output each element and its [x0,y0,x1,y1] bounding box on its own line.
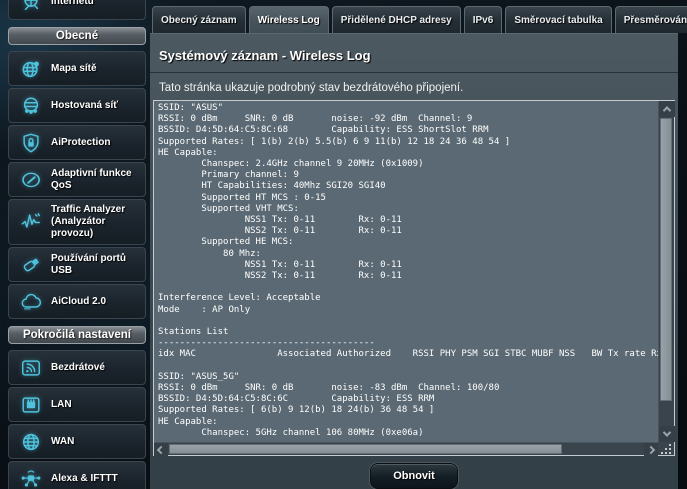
guest-network-icon [18,95,44,117]
page-title: Systémový záznam - Wireless Log [150,34,678,73]
wan-globe-icon [18,431,44,453]
sidebar-item-hostovan-s[interactable]: Hostovaná síť [8,88,146,123]
scroll-down-button[interactable] [659,426,675,442]
scroll-right-button[interactable] [644,443,658,456]
tab-wireless-log[interactable]: Wireless Log [249,6,329,33]
log-text[interactable]: SSID: "ASUS" RSSI: 0 dBm SNR: 0 dB noise… [154,101,658,442]
sidebar-item-label: LAN [51,399,72,411]
sidebar-item-wan[interactable]: WAN [8,424,146,459]
resize-grip-icon[interactable] [658,442,674,455]
sidebar-item-bezdr-tov[interactable]: Bezdrátové [8,350,146,385]
sidebar-item-pou-v-n-port-usb[interactable]: Používání portů USB [8,247,146,282]
chevron-up-icon [663,106,671,114]
sidebar-item-label: Mapa sítě [51,63,97,75]
sidebar-item-mapa-s-t[interactable]: Mapa sítě [8,51,146,86]
internet-setup-icon [18,0,44,13]
sidebar-item-label: AiProtection [51,137,110,149]
sidebar-item-aicloud-2-0[interactable]: AiCloud 2.0 [8,284,146,319]
qos-gauge-icon [18,169,44,191]
vertical-scroll-thumb[interactable] [660,118,672,401]
sidebar-item-label: WAN [51,436,74,448]
chevron-down-icon [663,428,671,436]
sidebar-item-aiprotection[interactable]: AiProtection [8,125,146,160]
cloud-icon [18,291,44,313]
tab-p-esm-rov-n-port[interactable]: Přesměrování portů [615,6,687,33]
sidebar-item-label: Alexa & IFTTT [51,473,118,485]
chevron-left-icon [157,445,165,453]
vertical-scrollbar[interactable] [658,101,674,442]
sidebar-item-label: Hostovaná síť [51,100,118,112]
tab-p-id-len-dhcp-adresy[interactable]: Přidělené DHCP adresy [332,6,461,33]
log-viewer[interactable]: SSID: "ASUS" RSSI: 0 dBm SNR: 0 dB noise… [153,100,675,456]
sidebar-section-header-obecn: Obecné [8,27,146,45]
sidebar-item-label: Adaptivní funkce QoS [51,168,142,192]
lan-port-icon [18,394,44,416]
sidebar-item-label: Bezdrátové [51,362,105,374]
traffic-waveform-icon [18,211,44,233]
scroll-up-button[interactable] [659,101,675,117]
tab-bar: Obecný záznamWireless LogPřidělené DHCP … [150,0,678,33]
sidebar-item-traffic-analyzer-analyz-tor-provozu[interactable]: Traffic Analyzer (Analyzátor provozu) [8,199,146,245]
horizontal-scrollbar[interactable] [154,442,658,455]
network-map-icon [18,58,44,80]
scroll-left-button[interactable] [154,443,168,456]
sidebar-item-lan[interactable]: LAN [8,387,146,422]
sidebar-item-label: AiCloud 2.0 [51,296,106,308]
horizontal-scroll-thumb[interactable] [169,444,562,454]
refresh-button[interactable]: Obnovit [370,463,458,489]
alexa-ifttt-icon [18,468,44,489]
sidebar-item-alexa-ifttt[interactable]: Alexa & IFTTT [8,461,146,489]
sidebar-item-adaptivn-funkce-qos[interactable]: Adaptivní funkce QoS [8,162,146,197]
shield-lock-icon [18,132,44,154]
usb-icon [18,254,44,276]
tab-obecn-z-znam[interactable]: Obecný záznam [152,6,246,33]
tab-sm-rovac-tabulka[interactable]: Směrovací tabulka [505,6,611,33]
main-area: Obecný záznamWireless LogPřidělené DHCP … [150,0,678,489]
tab-ipv6[interactable]: IPv6 [464,6,503,33]
sidebar-item-label: Používání portů USB [51,253,142,277]
sidebar-item-label: internetu [51,0,94,8]
sidebar-section-header-pokro-il-nastaven: Pokročilá nastavení [8,326,146,344]
page-description: Tato stránka ukazuje podrobný stav bezdr… [150,73,678,101]
sidebar-item-internet-setup[interactable]: internetu [8,0,146,20]
sidebar-item-label: Traffic Analyzer (Analyzátor provozu) [51,204,142,240]
wireless-icon [18,357,44,379]
content-panel: Systémový záznam - Wireless Log Tato str… [150,33,678,489]
chevron-right-icon [647,445,655,453]
sidebar: internetu Obecné Mapa sítě Hostovaná síť Ai… [8,0,146,489]
